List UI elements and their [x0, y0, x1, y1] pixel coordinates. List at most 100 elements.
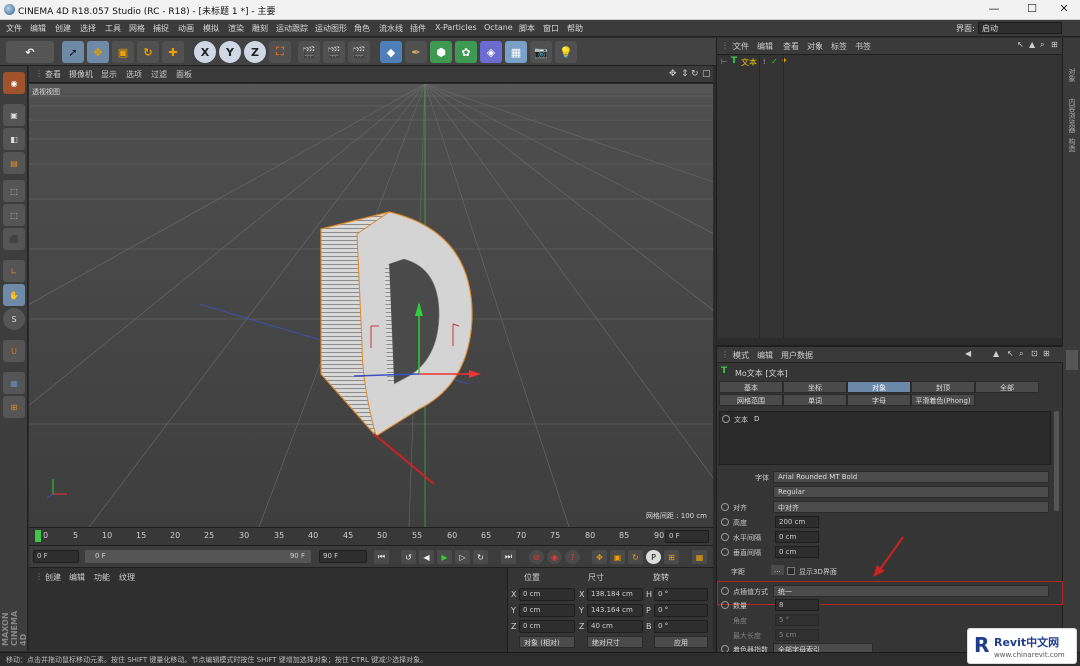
size-x-field[interactable]: 138.184 cm: [587, 588, 643, 601]
visibility-dots-icon[interactable]: ⁞: [763, 57, 766, 66]
prev-frame-icon[interactable]: ◀: [419, 550, 434, 564]
tab-object[interactable]: 对象: [847, 381, 911, 393]
kerning-button[interactable]: ...: [771, 565, 784, 575]
viewport-move-icon[interactable]: ✥: [669, 69, 677, 79]
attr-search-icon[interactable]: ⌕: [1019, 349, 1023, 359]
menu-render[interactable]: 渲染: [228, 23, 244, 34]
viewport-maximize-icon[interactable]: ▢: [702, 69, 711, 79]
rotation-p-field[interactable]: 0 °: [654, 604, 708, 617]
obj-menu-object[interactable]: 对象: [807, 41, 823, 52]
vp-menu-camera[interactable]: 摄像机: [69, 69, 93, 80]
vspace-radio[interactable]: [721, 548, 729, 556]
menu-script[interactable]: 脚本: [519, 23, 535, 34]
attr-scrollbar[interactable]: [1054, 411, 1059, 511]
obj-up-icon[interactable]: ▲: [1029, 40, 1035, 49]
tab-letters[interactable]: 字母: [847, 394, 911, 406]
gizmo-x-arrow[interactable]: [469, 370, 481, 378]
menu-character[interactable]: 角色: [354, 23, 370, 34]
obj-expand-icon[interactable]: ⊞: [1051, 40, 1058, 49]
phong-tag-icon[interactable]: ✦: [781, 56, 788, 65]
lock-workplane-icon[interactable]: ▦: [3, 372, 25, 394]
tab-phong[interactable]: 平滑着色(Phong): [911, 394, 975, 406]
menu-sculpt[interactable]: 雕刻: [252, 23, 268, 34]
timeline-ruler[interactable]: 0 5 10 15 20 25 30 35 40 45 50 55 60 65 …: [29, 527, 713, 545]
side-tab-objects[interactable]: 对象: [1067, 68, 1077, 82]
hspace-radio[interactable]: [721, 533, 729, 541]
attr-nav-icon[interactable]: ↖: [1007, 349, 1014, 358]
end-frame-field[interactable]: 90 F: [319, 550, 367, 563]
key-rotation-icon[interactable]: ↻: [628, 550, 643, 564]
vp-menu-options[interactable]: 选项: [126, 69, 142, 80]
attr-new-icon[interactable]: ⊞: [1043, 349, 1050, 358]
current-frame-field[interactable]: 0 F: [665, 530, 709, 543]
edges-mode-icon[interactable]: ⬚: [3, 204, 25, 226]
side-tab-content-browser[interactable]: 内容浏览器: [1067, 98, 1077, 133]
position-x-field[interactable]: 0 cm: [519, 588, 575, 601]
vp-menu-panel[interactable]: 面板: [176, 69, 192, 80]
side-tab-structure[interactable]: 构造: [1067, 138, 1077, 152]
viewport-zoom-icon[interactable]: ⇕: [681, 69, 689, 79]
interp-radio[interactable]: [721, 587, 729, 595]
obj-menu-edit[interactable]: 编辑: [757, 41, 773, 52]
attr-menu-edit[interactable]: 编辑: [757, 350, 773, 361]
obj-nav-icon[interactable]: ↖: [1017, 40, 1024, 49]
menu-plugins[interactable]: 插件: [410, 23, 426, 34]
subdivision-icon[interactable]: ⬢: [430, 41, 452, 63]
size-y-field[interactable]: 143.164 cm: [587, 604, 643, 617]
make-editable-icon[interactable]: ◉: [3, 72, 25, 94]
camera-icon[interactable]: 📷: [530, 41, 552, 63]
coord-mode-dropdown[interactable]: 对象 (相对): [519, 636, 575, 648]
render-settings-icon[interactable]: 🎬: [348, 41, 370, 63]
timeline-window-icon[interactable]: ▦: [692, 550, 707, 564]
frame-range-slider[interactable]: 0 F 90 F: [85, 550, 311, 563]
mat-menu-create[interactable]: 创建: [45, 572, 61, 583]
cube-object-icon[interactable]: ◆: [380, 41, 402, 63]
align-radio[interactable]: [721, 503, 729, 511]
magnet-icon[interactable]: U: [3, 340, 25, 362]
position-z-field[interactable]: 0 cm: [519, 620, 575, 633]
count-radio[interactable]: [721, 601, 729, 609]
menu-mesh[interactable]: 网格: [129, 23, 145, 34]
rotation-b-field[interactable]: 0 °: [654, 620, 708, 633]
menu-select[interactable]: 选择: [80, 23, 96, 34]
font-dropdown[interactable]: Arial Rounded MT Bold: [773, 471, 1049, 483]
align-dropdown[interactable]: 中对齐: [773, 501, 1049, 513]
rotate-tool-icon[interactable]: ↻: [137, 41, 159, 63]
text-param-radio[interactable]: [722, 415, 730, 423]
text-input-area[interactable]: 文本 D: [719, 411, 1051, 465]
record-icon[interactable]: ⊘: [529, 550, 544, 564]
attr-back-icon[interactable]: ◀: [965, 349, 971, 358]
coordinate-system-icon[interactable]: ⛶: [269, 41, 291, 63]
vspace-field[interactable]: 0 cm: [775, 546, 819, 558]
vp-menu-view[interactable]: 查看: [45, 69, 61, 80]
timeline-playhead[interactable]: [35, 530, 41, 542]
axis-mode-icon[interactable]: ∟: [3, 260, 25, 282]
hspace-field[interactable]: 0 cm: [775, 531, 819, 543]
menu-animate[interactable]: 动画: [178, 23, 194, 34]
menu-file[interactable]: 文件: [6, 23, 22, 34]
mat-menu-function[interactable]: 功能: [94, 572, 110, 583]
tab-caps[interactable]: 封顶: [911, 381, 975, 393]
attr-menu-userdata[interactable]: 用户数据: [781, 350, 813, 361]
points-mode-icon[interactable]: ⬚: [3, 180, 25, 202]
object-name-label[interactable]: 文本: [741, 57, 757, 68]
snap-icon[interactable]: S: [3, 308, 25, 330]
show3d-checkbox[interactable]: [787, 567, 795, 575]
menu-create[interactable]: 创建: [55, 23, 71, 34]
cloner-icon[interactable]: ✿: [455, 41, 477, 63]
obj-menu-view[interactable]: 查看: [783, 41, 799, 52]
key-position-icon[interactable]: ✥: [592, 550, 607, 564]
tab-all[interactable]: 全部: [975, 381, 1039, 393]
menu-motion-tracking[interactable]: 运动跟踪: [276, 23, 308, 34]
rotation-h-field[interactable]: 0 °: [654, 588, 708, 601]
axis-y-button[interactable]: Y: [219, 41, 241, 63]
menu-pipeline[interactable]: 流水线: [379, 23, 403, 34]
select-tool-icon[interactable]: ➚: [62, 41, 84, 63]
keyframe-selection-icon[interactable]: ?: [565, 550, 580, 564]
key-param-icon[interactable]: P: [646, 550, 661, 564]
obj-search-icon[interactable]: ⌕: [1040, 40, 1044, 50]
pen-spline-icon[interactable]: ✒: [405, 41, 427, 63]
mat-menu-texture[interactable]: 纹理: [119, 572, 135, 583]
texture-mode-icon[interactable]: ◧: [3, 128, 25, 150]
render-picture-viewer-icon[interactable]: 🎬: [323, 41, 345, 63]
